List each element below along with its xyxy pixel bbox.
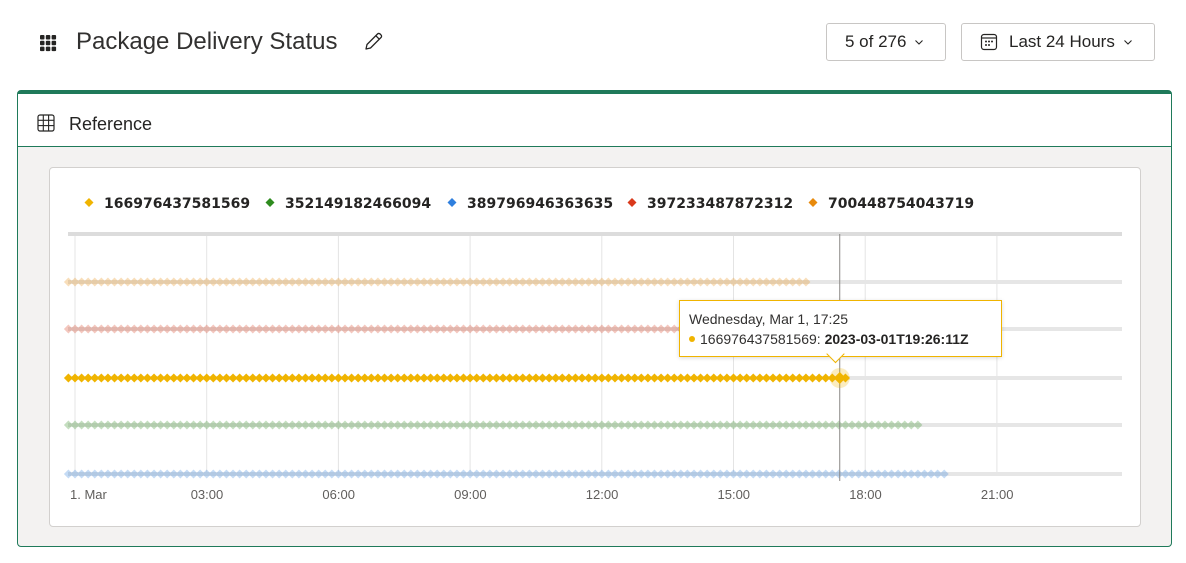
series-points (63, 373, 850, 383)
time-range-dropdown[interactable]: Last 24 Hours (961, 23, 1155, 61)
table-icon (37, 114, 55, 132)
item-count-dropdown[interactable]: 5 of 276 (826, 23, 946, 61)
legend-label: 389796946363635 (467, 196, 613, 212)
calendar-icon (980, 33, 998, 51)
x-tick-label: 09:00 (454, 487, 487, 502)
legend-label: 166976437581569 (104, 196, 250, 212)
chart-panel: 166976437581569 352149182466094 3897969463… (49, 167, 1141, 527)
tooltip-series-label: 166976437581569: (700, 331, 821, 347)
pencil-icon[interactable] (362, 31, 384, 53)
card-title: Reference (69, 114, 153, 134)
tooltip-series-dot (689, 336, 695, 342)
series-points (63, 420, 923, 430)
chart-tooltip: Wednesday, Mar 1, 17:25 166976437581569:… (679, 300, 1002, 357)
data-point (939, 469, 949, 479)
reference-card: Reference 166976437581569 352149182466094… (17, 90, 1172, 547)
series-points (63, 469, 949, 479)
series-points (63, 277, 811, 287)
page-title: Package Delivery Status (76, 28, 338, 55)
legend-marker (447, 198, 457, 207)
legend-label: 700448754043719 (828, 196, 974, 212)
legend-label: 397233487872312 (647, 196, 793, 212)
data-point (801, 277, 811, 287)
legend-marker (84, 198, 94, 207)
chevron-down-icon (915, 40, 924, 45)
x-tick-label: 21:00 (981, 487, 1014, 502)
tooltip-value: 2023-03-01T19:26:11Z (824, 331, 969, 347)
time-range-label: Last 24 Hours (1009, 32, 1115, 51)
tooltip-title: Wednesday, Mar 1, 17:25 (689, 311, 849, 327)
item-count-label: 5 of 276 (845, 32, 907, 51)
grid-icon[interactable] (39, 34, 57, 52)
x-tick-label: 15:00 (718, 487, 751, 502)
legend-marker (265, 198, 275, 207)
page-header: Package Delivery Status 5 of 276 Last 24… (0, 0, 1186, 90)
legend-label: 352149182466094 (285, 196, 431, 212)
x-tick-label: 12:00 (586, 487, 619, 502)
legend-marker (627, 198, 637, 207)
legend-marker (808, 198, 818, 207)
x-tick-label: 06:00 (322, 487, 355, 502)
x-tick-label: 1. Mar (70, 487, 108, 502)
data-point (913, 420, 923, 430)
x-tick-label: 18:00 (849, 487, 882, 502)
x-tick-label: 03:00 (191, 487, 224, 502)
chevron-down-icon (1123, 40, 1132, 45)
card-header: Reference (18, 94, 1171, 147)
